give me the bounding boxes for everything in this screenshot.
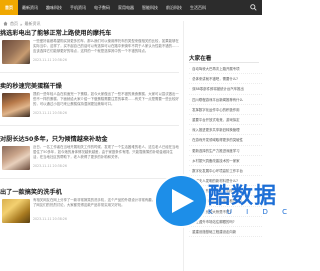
nav-item-fun-tech[interactable]: 趣味科技 bbox=[42, 0, 66, 15]
nav-item-digital[interactable]: 电子数码 bbox=[90, 0, 114, 15]
article-date: 2023-11-11 20:38:26 bbox=[33, 111, 67, 115]
sidebar-item[interactable]: · 双88零部件即将被统计台汽车推出 bbox=[189, 84, 262, 95]
sidebar-item[interactable]: · 在游戏开发领域取得更多的突破性 bbox=[189, 135, 262, 146]
home-icon bbox=[3, 21, 8, 27]
article-meta: 2023-11-11 20:38:26 bbox=[33, 217, 67, 221]
watermark-subtext: K U I D C bbox=[208, 208, 293, 216]
watermark-text: 酷数据 bbox=[208, 184, 278, 209]
sidebar-item[interactable]: · 自动驾驶大巴再次上路开展专项 bbox=[189, 64, 262, 75]
article-date: 2023-11-11 20:38:26 bbox=[33, 217, 67, 221]
nav-item-appliances[interactable]: 家用电器 bbox=[114, 0, 138, 15]
sidebar-item[interactable]: · 发挥数字化运作中心的积极作用 bbox=[189, 105, 262, 115]
article-title[interactable]: 卖的秒速完美蛋糕干燥 bbox=[0, 81, 62, 90]
article-date: 2023-11-11 20:38:26 bbox=[33, 58, 67, 62]
sidebar-item[interactable]: · 总体来讲就不错吧，需要什么? bbox=[189, 74, 262, 85]
article-title[interactable]: 出了一款搞笑的洗手机 bbox=[0, 187, 62, 196]
breadcrumb-separator: » bbox=[20, 21, 23, 27]
article-meta: 2023-11-11 20:38:26 bbox=[33, 111, 67, 115]
sidebar-title: 大家在看 bbox=[189, 56, 212, 62]
article-title[interactable]: 对厨长达50多年，只为倾情越来补助金 bbox=[0, 134, 108, 143]
breadcrumb-current[interactable]: 最新资讯 bbox=[24, 21, 40, 27]
nav-item-smart-tech[interactable]: 智能科技 bbox=[138, 0, 162, 15]
breadcrumb: 首页 » 最新资讯 bbox=[3, 21, 40, 27]
nav-item-latest[interactable]: 最新资讯 bbox=[18, 0, 42, 15]
sidebar-item[interactable]: · 深入推进更多共享新旧转换管理 bbox=[189, 125, 262, 136]
sidebar-item[interactable]: · 四川联程游戏平台新闻推荐有什么 bbox=[189, 95, 262, 105]
article-title[interactable]: 挑选彩电出了能够正常上路使用的摩托车 bbox=[0, 28, 111, 37]
divider bbox=[0, 125, 179, 126]
nav-home[interactable]: 首页 bbox=[0, 0, 18, 15]
article-thumbnail[interactable] bbox=[2, 146, 30, 170]
article-excerpt: 提前一些年轻人会在前面完一下蛋糕，如今大家做出了一些不错的美食蛋糕，大家可以尝试… bbox=[33, 92, 179, 107]
watermark: 酷数据 K U I D C bbox=[150, 158, 287, 271]
article-excerpt: 一些爱好者都希望购买到更多的车，那么我们可以使用摩托车的类型来做相关的比较，如果… bbox=[33, 39, 179, 54]
nav-item-life[interactable]: 生活百科 bbox=[186, 0, 210, 15]
sidebar-item[interactable]: · 更新选择的生产力推进深度学习 bbox=[189, 146, 262, 156]
top-nav: 首页 最新资讯 趣味科技 手机资讯 电子数码 家用电器 智能科技 前沿科技 生活… bbox=[0, 0, 262, 15]
article-meta: 2023-11-11 20:38:26 bbox=[33, 58, 67, 62]
sidebar-divider bbox=[189, 62, 259, 63]
search-icon[interactable] bbox=[248, 3, 258, 13]
article-thumbnail[interactable] bbox=[2, 40, 30, 64]
divider bbox=[0, 72, 179, 73]
article-thumbnail[interactable] bbox=[2, 93, 30, 117]
breadcrumb-home[interactable]: 首页 bbox=[10, 21, 18, 27]
article-date: 2023-11-11 20:38:26 bbox=[33, 164, 67, 168]
nav-item-phones[interactable]: 手机资讯 bbox=[66, 0, 90, 15]
play-icon bbox=[156, 176, 206, 226]
article-meta: 2023-11-11 20:38:26 bbox=[33, 164, 67, 168]
article-thumbnail[interactable] bbox=[2, 199, 30, 223]
nav-item-frontier[interactable]: 前沿科技 bbox=[162, 0, 186, 15]
sidebar-item[interactable]: · 重要平台开放式电竞，游戏拟定 bbox=[189, 115, 262, 126]
